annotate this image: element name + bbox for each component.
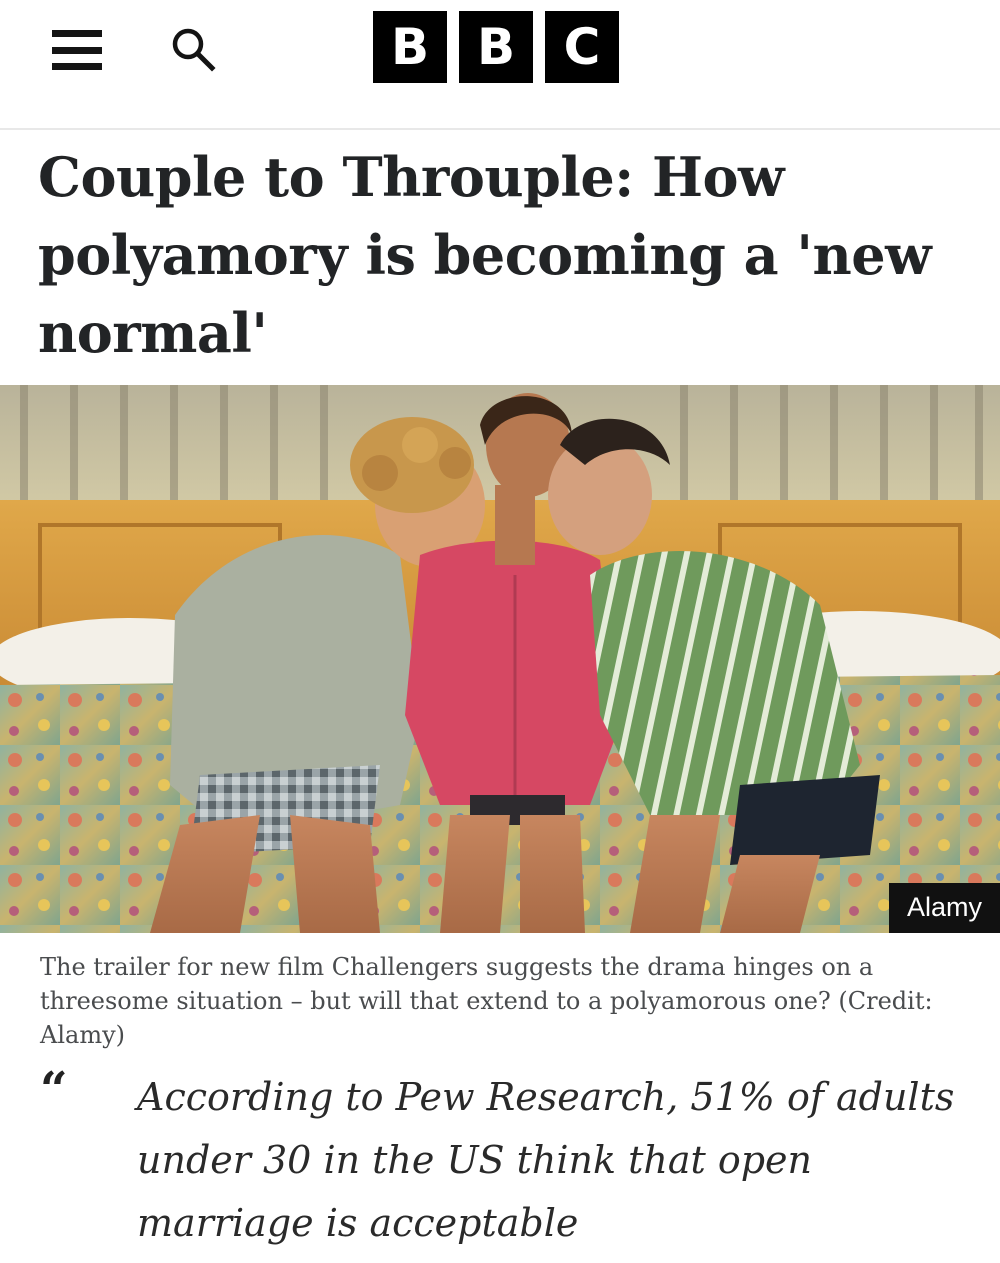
pull-quote: According to Pew Research, 51% of adults… [137,1075,955,1245]
logo-letter-c: C [545,11,619,83]
image-credit-badge: Alamy [888,883,1000,933]
menu-line [52,46,102,54]
article-headline: Couple to Throuple: How polyamory is bec… [38,145,932,365]
quote-mark-icon: “ [40,1062,68,1118]
hero-photo: Alamy [0,385,1000,933]
bbc-logo[interactable]: B B C [373,11,619,83]
logo-letter-b2: B [459,11,533,83]
hamburger-menu-icon[interactable] [52,30,102,70]
search-icon[interactable] [168,24,220,76]
menu-line [52,63,102,70]
image-caption: The trailer for new film Challengers sug… [40,953,933,1049]
menu-line [52,30,102,37]
top-navigation-bar: B B C [0,0,1000,130]
logo-letter-b1: B [373,11,447,83]
